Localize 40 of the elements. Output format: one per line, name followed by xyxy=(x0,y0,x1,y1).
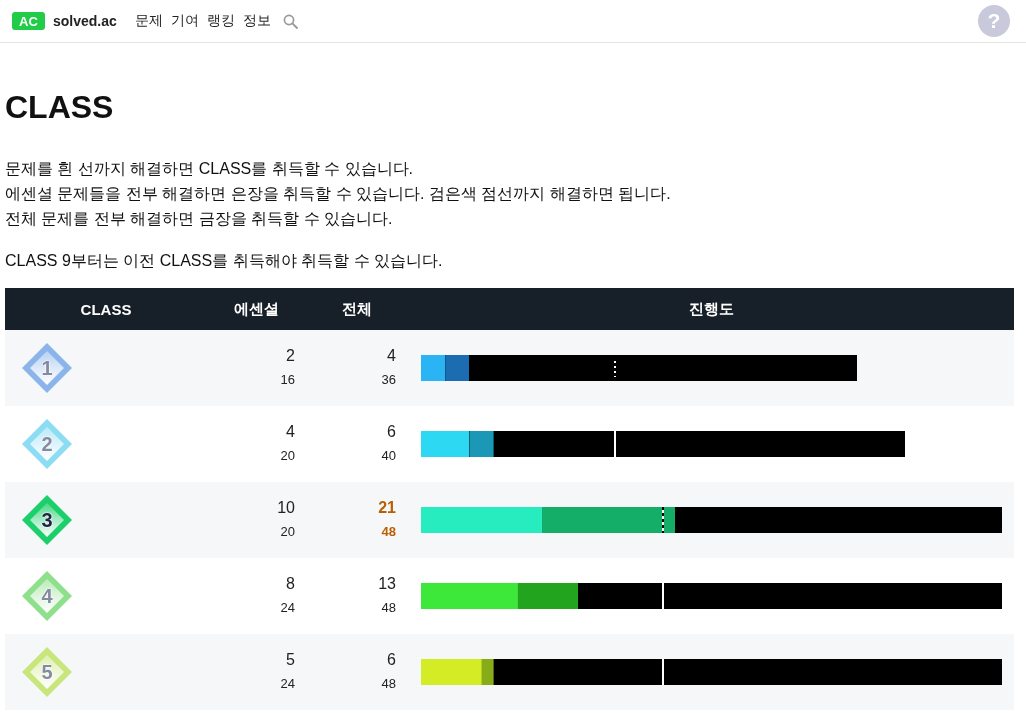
class-emblem: 5 xyxy=(22,647,72,697)
note-text: CLASS 9부터는 이전 CLASS를 취득해야 취득할 수 있습니다. xyxy=(5,251,444,271)
column-header: 에센셜 xyxy=(233,299,279,319)
essential-total-count: 20 xyxy=(280,447,295,465)
solved-count: 6 xyxy=(387,422,396,442)
description-text: 에센셜 문제들을 전부 해결하면 은장을 취득할 수 있습니다. 검은색 점선까지 해결하면 됩니다. xyxy=(5,184,672,204)
description-text: 문제를 흰 선까지 해결하면 CLASS를 취득할 수 있습니다. xyxy=(5,159,415,179)
description-text: 전체 문제를 전부 해결하면 금장을 취득할 수 있습니다. xyxy=(5,209,394,229)
nav-link[interactable]: 랭킹 xyxy=(206,12,235,30)
total-count: 36 xyxy=(381,371,396,389)
page-title: CLASS xyxy=(5,88,115,127)
site-name[interactable]: solved.ac xyxy=(53,13,117,29)
column-header: 진행도 xyxy=(689,299,734,319)
solved-count: 6 xyxy=(387,650,396,670)
nav-link[interactable]: 기여 xyxy=(170,12,199,30)
essential-total-count: 24 xyxy=(280,599,295,617)
essential-total-count: 20 xyxy=(280,523,295,541)
essential-solved-count: 5 xyxy=(286,650,295,670)
essential-solved-count: 4 xyxy=(286,422,295,442)
column-header: CLASS xyxy=(80,300,132,318)
class-emblem: 1 xyxy=(22,343,72,393)
total-count: 48 xyxy=(381,523,396,541)
column-header: 전체 xyxy=(342,299,372,319)
solved-count: 21 xyxy=(378,498,396,518)
class-emblem: 2 xyxy=(22,419,72,469)
essential-total-count: 16 xyxy=(280,371,295,389)
essential-solved-count: 10 xyxy=(277,498,295,518)
search-icon[interactable] xyxy=(282,13,298,29)
total-count: 48 xyxy=(381,675,396,693)
essential-total-count: 24 xyxy=(280,675,295,693)
nav-link[interactable]: 문제 xyxy=(134,12,163,30)
solved-count: 13 xyxy=(378,574,396,594)
nav-link[interactable]: 정보 xyxy=(242,12,271,30)
total-count: 40 xyxy=(381,447,396,465)
essential-solved-count: 2 xyxy=(286,346,295,366)
essential-solved-count: 8 xyxy=(286,574,295,594)
total-count: 48 xyxy=(381,599,396,617)
class-emblem: 3 xyxy=(22,495,72,545)
solved-count: 4 xyxy=(387,346,396,366)
class-emblem: 4 xyxy=(22,571,72,621)
